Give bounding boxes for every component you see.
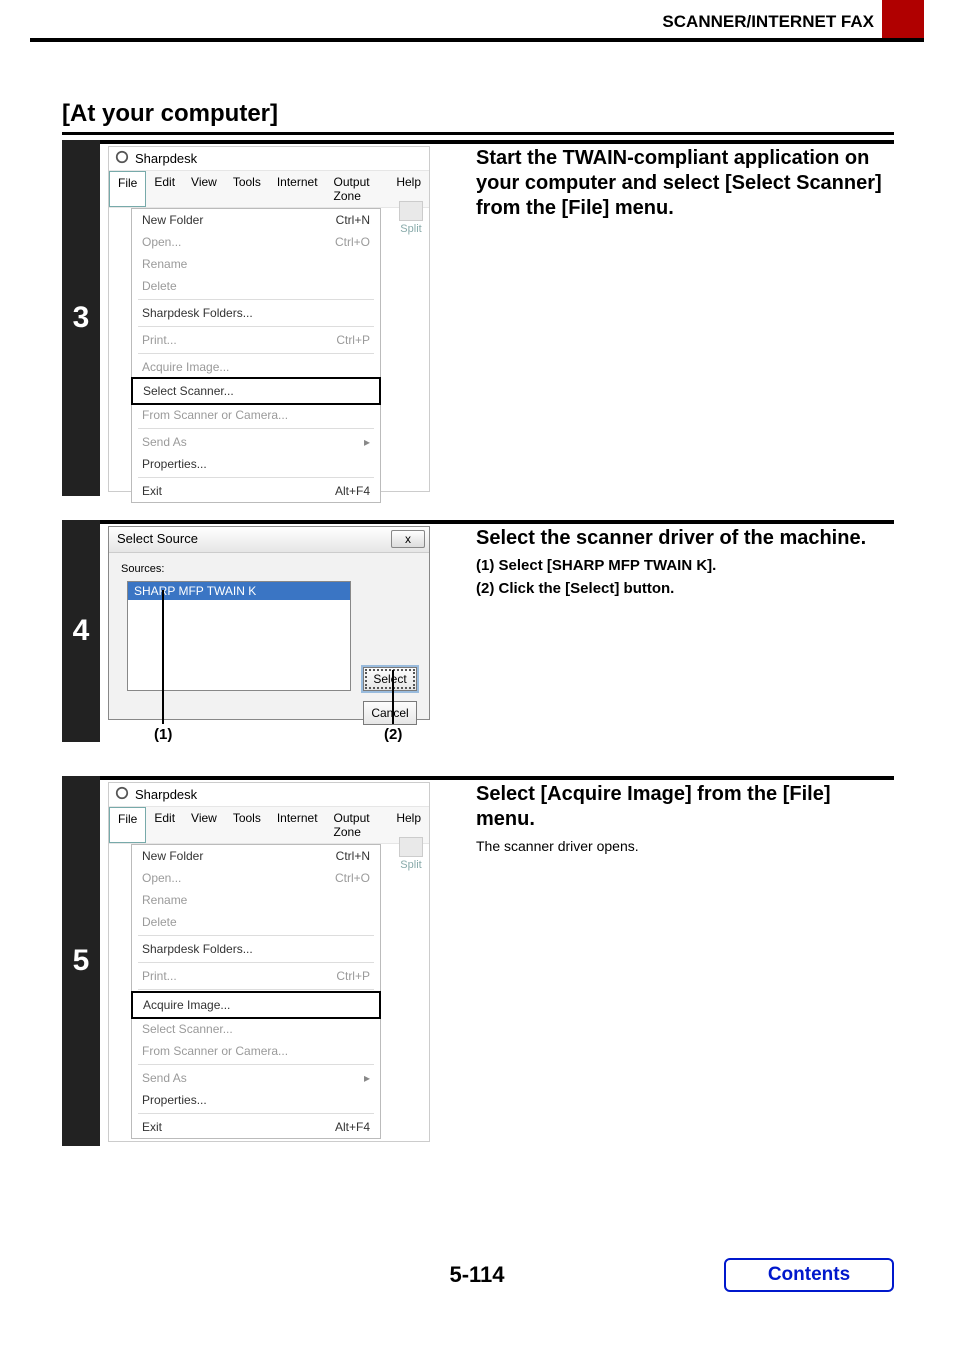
step5-description: Select [Acquire Image] from the [File] m… <box>476 782 894 854</box>
dialog-title: Select Source <box>117 531 198 546</box>
select-button[interactable]: Select <box>363 667 417 691</box>
mi-sharpdesk-folders[interactable]: Sharpdesk Folders... <box>132 938 380 960</box>
step-number-4: 4 <box>62 520 100 742</box>
sources-label: Sources: <box>121 563 417 575</box>
menu-output-zone[interactable]: Output Zone <box>326 807 389 843</box>
menu-tools[interactable]: Tools <box>225 171 269 207</box>
menu-file[interactable]: File <box>109 807 146 843</box>
cancel-button[interactable]: Cancel <box>363 701 417 725</box>
mi-select-scanner[interactable]: Select Scanner... <box>131 377 381 405</box>
section-title: [At your computer] <box>62 100 278 128</box>
step5-body: The scanner driver opens. <box>476 838 894 854</box>
mi-new-folder[interactable]: New FolderCtrl+N <box>132 209 380 231</box>
step5-title: Select [Acquire Image] from the [File] m… <box>476 782 894 832</box>
menubar: File Edit View Tools Internet Output Zon… <box>109 806 429 844</box>
step3-rule <box>100 140 894 144</box>
callout-line-1 <box>162 590 164 724</box>
step-number-3: 3 <box>62 140 100 496</box>
menu-sep <box>138 962 374 963</box>
sources-listbox[interactable]: SHARP MFP TWAIN K <box>127 581 351 691</box>
mi-print[interactable]: Print...Ctrl+P <box>132 329 380 351</box>
step3-title: Start the TWAIN-compliant application on… <box>476 146 894 221</box>
header-title: SCANNER/INTERNET FAX <box>662 12 874 32</box>
menu-sep <box>138 353 374 354</box>
mi-rename[interactable]: Rename <box>132 253 380 275</box>
mi-delete[interactable]: Delete <box>132 911 380 933</box>
split-icon <box>399 837 423 857</box>
split-icon <box>399 201 423 221</box>
step5-rule <box>100 776 894 780</box>
menubar: File Edit View Tools Internet Output Zon… <box>109 170 429 208</box>
app-title: Sharpdesk <box>135 787 197 802</box>
mi-send-as[interactable]: Send As▸ <box>132 431 380 453</box>
menu-sep <box>138 1113 374 1114</box>
menu-sep <box>138 326 374 327</box>
callout-line-2 <box>392 670 394 724</box>
mi-select-scanner[interactable]: Select Scanner... <box>132 1018 380 1040</box>
mi-rename[interactable]: Rename <box>132 889 380 911</box>
app-icon <box>115 150 129 167</box>
menu-edit[interactable]: Edit <box>146 807 183 843</box>
step4-li1: (1) Select [SHARP MFP TWAIN K]. <box>476 557 894 574</box>
mi-acquire[interactable]: Acquire Image... <box>132 356 380 378</box>
file-menu-dropdown: New FolderCtrl+N Open...Ctrl+O Rename De… <box>131 208 381 503</box>
mi-exit[interactable]: ExitAlt+F4 <box>132 480 380 502</box>
menu-tools[interactable]: Tools <box>225 807 269 843</box>
split-label: Split <box>400 859 421 871</box>
app-title: Sharpdesk <box>135 151 197 166</box>
callout-2: (2) <box>384 726 402 743</box>
mi-sharpdesk-folders[interactable]: Sharpdesk Folders... <box>132 302 380 324</box>
split-tool[interactable]: Split <box>399 837 423 871</box>
menu-sep <box>138 428 374 429</box>
split-tool[interactable]: Split <box>399 201 423 235</box>
menu-sep <box>138 989 374 990</box>
menu-sep <box>138 477 374 478</box>
step4-title: Select the scanner driver of the machine… <box>476 526 894 551</box>
close-button[interactable]: x <box>391 530 425 548</box>
menu-sep <box>138 935 374 936</box>
chevron-right-icon: ▸ <box>364 1071 370 1085</box>
header-rule <box>30 38 924 42</box>
contents-button[interactable]: Contents <box>724 1258 894 1292</box>
screenshot-step3: Sharpdesk File Edit View Tools Internet … <box>108 146 430 492</box>
mi-acquire[interactable]: Acquire Image... <box>131 991 381 1019</box>
menu-file[interactable]: File <box>109 171 146 207</box>
mi-from-scanner[interactable]: From Scanner or Camera... <box>132 1040 380 1062</box>
mi-open[interactable]: Open...Ctrl+O <box>132 867 380 889</box>
mi-new-folder[interactable]: New FolderCtrl+N <box>132 845 380 867</box>
select-source-dialog: Select Source x Sources: SHARP MFP TWAIN… <box>108 526 430 720</box>
mi-send-as[interactable]: Send As▸ <box>132 1067 380 1089</box>
mi-from-scanner[interactable]: From Scanner or Camera... <box>132 404 380 426</box>
mi-delete[interactable]: Delete <box>132 275 380 297</box>
mi-print[interactable]: Print...Ctrl+P <box>132 965 380 987</box>
step3-description: Start the TWAIN-compliant application on… <box>476 146 894 225</box>
menu-sep <box>138 1064 374 1065</box>
step4-li2: (2) Click the [Select] button. <box>476 580 894 597</box>
header-accent <box>882 0 924 38</box>
split-label: Split <box>400 223 421 235</box>
file-menu-dropdown: New FolderCtrl+N Open...Ctrl+O Rename De… <box>131 844 381 1139</box>
section-rule <box>62 132 894 135</box>
menu-view[interactable]: View <box>183 807 225 843</box>
mi-properties[interactable]: Properties... <box>132 453 380 475</box>
mi-exit[interactable]: ExitAlt+F4 <box>132 1116 380 1138</box>
chevron-right-icon: ▸ <box>364 435 370 449</box>
mi-open[interactable]: Open...Ctrl+O <box>132 231 380 253</box>
step4-rule <box>100 520 894 524</box>
screenshot-step5: Sharpdesk File Edit View Tools Internet … <box>108 782 430 1142</box>
step-number-5: 5 <box>62 776 100 1146</box>
menu-edit[interactable]: Edit <box>146 171 183 207</box>
menu-sep <box>138 299 374 300</box>
menu-output-zone[interactable]: Output Zone <box>326 171 389 207</box>
step4-description: Select the scanner driver of the machine… <box>476 526 894 597</box>
app-icon <box>115 786 129 803</box>
menu-internet[interactable]: Internet <box>269 807 326 843</box>
callout-1: (1) <box>154 726 172 743</box>
mi-properties[interactable]: Properties... <box>132 1089 380 1111</box>
menu-view[interactable]: View <box>183 171 225 207</box>
menu-internet[interactable]: Internet <box>269 171 326 207</box>
